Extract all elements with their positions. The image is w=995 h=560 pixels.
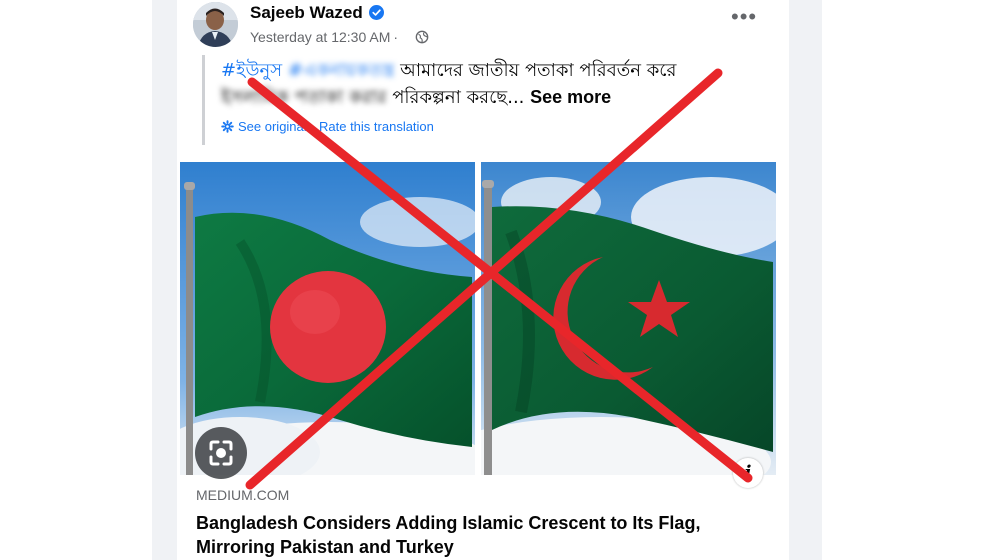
author-name[interactable]: Sajeeb Wazed bbox=[250, 3, 363, 23]
crescent-flag-image[interactable] bbox=[481, 162, 776, 475]
post-text-line-1: আমাদের জাতীয় পতাকা পরিবর্তন করে bbox=[400, 60, 677, 81]
hashtag-yunus[interactable]: #ইউনুস bbox=[221, 60, 282, 81]
post-text-line-2b: পরিকল্পনা করছে... bbox=[392, 87, 525, 108]
link-headline[interactable]: Bangladesh Considers Adding Islamic Cres… bbox=[196, 511, 786, 559]
globe-icon bbox=[415, 30, 429, 44]
translation-bar: See original · Rate this translation bbox=[221, 119, 434, 134]
translation-separator: · bbox=[310, 119, 315, 134]
gear-icon bbox=[221, 120, 234, 133]
link-headline-line-2: Mirroring Pakistan and Turkey bbox=[196, 537, 454, 557]
translation-quote-bar bbox=[202, 55, 205, 145]
meta-dot: · bbox=[393, 29, 399, 45]
author-avatar[interactable] bbox=[193, 2, 238, 47]
post-text-line-2a: ইসলামিক পতাকা করার bbox=[221, 87, 387, 108]
link-domain: MEDIUM.COM bbox=[196, 487, 290, 503]
hashtag-dictatorship[interactable]: #একনায়কতন্ত্র bbox=[288, 60, 395, 81]
post-timestamp[interactable]: Yesterday at 12:30 AM bbox=[250, 29, 390, 45]
rate-translation-link[interactable]: Rate this translation bbox=[319, 119, 434, 134]
verified-badge-icon bbox=[369, 5, 384, 20]
see-more-link[interactable]: See more bbox=[530, 87, 611, 107]
post-text: #ইউনুস #একনায়কতন্ত্র আমাদের জাতীয় পতাক… bbox=[221, 58, 741, 111]
info-icon[interactable]: i bbox=[733, 458, 763, 488]
see-original-link[interactable]: See original bbox=[238, 119, 307, 134]
post-meta: Yesterday at 12:30 AM · bbox=[250, 29, 401, 45]
more-options-icon[interactable]: ••• bbox=[731, 6, 757, 28]
link-headline-line-1: Bangladesh Considers Adding Islamic Cres… bbox=[196, 513, 701, 533]
image-search-icon[interactable] bbox=[195, 427, 247, 479]
